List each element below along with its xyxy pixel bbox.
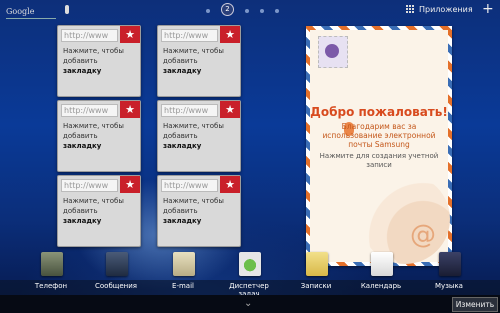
page-dot[interactable] [206, 9, 210, 13]
search-underline [6, 18, 56, 19]
bookmark-url: http://www [161, 179, 218, 192]
bookmark-widget[interactable]: http://www ★ Нажмите, чтобы добавить зак… [157, 100, 241, 172]
calendar-icon [371, 252, 393, 276]
bookmark-widget[interactable]: http://www ★ Нажмите, чтобы добавить зак… [57, 100, 141, 172]
email-welcome-widget[interactable]: @ Добро пожаловать! Благодарим вас за ис… [306, 26, 452, 266]
star-icon: ★ [220, 101, 240, 118]
bookmark-hint: Нажмите, чтобы добавить закладку [163, 122, 224, 150]
bookmark-hint: Нажмите, чтобы добавить закладку [163, 47, 224, 75]
welcome-message: Благодарим вас за использование электрон… [322, 122, 436, 149]
bookmark-hint: Нажмите, чтобы добавить закладку [163, 197, 224, 225]
bookmark-hint: Нажмите, чтобы добавить закладку [63, 122, 124, 150]
apps-grid-icon [406, 5, 415, 14]
dock-item-task-manager[interactable]: Диспетчер задач [221, 250, 277, 298]
google-search-widget[interactable]: Google [6, 4, 56, 19]
dock-item-calendar[interactable]: Календарь [353, 250, 409, 295]
dock-item-music[interactable]: Музыка [421, 250, 477, 295]
dock-item-notes[interactable]: Записки [288, 250, 344, 295]
bookmark-hint: Нажмите, чтобы добавить закладку [63, 197, 124, 225]
bookmark-url: http://www [61, 104, 118, 117]
chevron-down-icon[interactable]: ⌄ [244, 298, 252, 309]
google-logo: Google [6, 6, 35, 16]
add-widget-icon[interactable]: + [482, 2, 494, 16]
notes-icon [306, 252, 328, 276]
welcome-title: Добро пожаловать! [310, 105, 448, 119]
messages-icon [106, 252, 128, 276]
bookmark-widget[interactable]: http://www ★ Нажмите, чтобы добавить зак… [57, 25, 141, 97]
star-icon: ★ [120, 26, 140, 43]
task-manager-icon [239, 252, 261, 276]
page-indicator: 2 [206, 3, 279, 16]
bookmark-url: http://www [61, 179, 118, 192]
star-icon: ★ [120, 176, 140, 193]
bookmark-url: http://www [61, 29, 118, 42]
page-dot-current[interactable]: 2 [221, 3, 234, 16]
stamp-icon [318, 36, 348, 68]
apps-button[interactable]: Приложения [406, 5, 473, 14]
phone-icon [41, 252, 63, 276]
bookmark-widget[interactable]: http://www ★ Нажмите, чтобы добавить зак… [57, 175, 141, 247]
bookmark-widget[interactable]: http://www ★ Нажмите, чтобы добавить зак… [157, 25, 241, 97]
star-icon: ★ [220, 176, 240, 193]
top-bar: Google 2 Приложения + [0, 0, 500, 22]
bookmark-hint: Нажмите, чтобы добавить закладку [63, 47, 124, 75]
dock-item-email[interactable]: E-mail [155, 250, 211, 295]
page-dot[interactable] [275, 9, 279, 13]
email-icon [173, 252, 195, 276]
star-icon: ★ [120, 101, 140, 118]
bookmark-widget[interactable]: http://www ★ Нажмите, чтобы добавить зак… [157, 175, 241, 247]
at-icon: @ [410, 220, 436, 250]
page-dot[interactable] [260, 9, 264, 13]
bookmark-url: http://www [161, 29, 218, 42]
create-account-hint[interactable]: Нажмите для создания учетной записи [310, 152, 448, 170]
apps-label: Приложения [419, 5, 473, 14]
page-dot[interactable] [245, 9, 249, 13]
microphone-icon[interactable] [65, 5, 69, 14]
dock-item-messages[interactable]: Сообщения [88, 250, 144, 295]
dock-item-phone[interactable]: Телефон [23, 250, 79, 295]
bookmark-url: http://www [161, 104, 218, 117]
star-icon: ★ [220, 26, 240, 43]
music-icon [439, 252, 461, 276]
edit-button[interactable]: Изменить [452, 297, 498, 312]
